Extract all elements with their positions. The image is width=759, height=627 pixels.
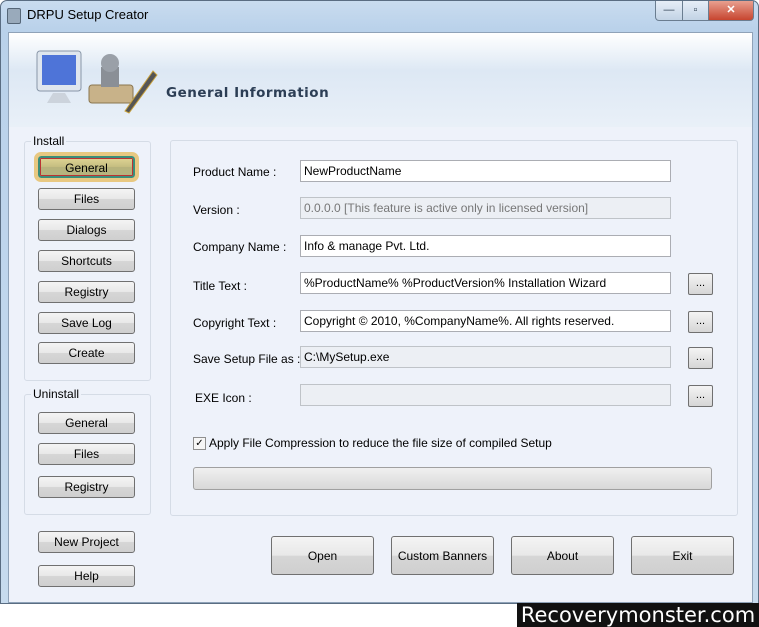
help-button[interactable]: Help xyxy=(38,565,135,587)
about-button[interactable]: About xyxy=(511,536,614,575)
exit-button[interactable]: Exit xyxy=(631,536,734,575)
title-text-input[interactable]: %ProductName% %ProductVersion% Installat… xyxy=(300,272,671,294)
install-dialogs-button[interactable]: Dialogs xyxy=(38,219,135,241)
install-group-label: Install xyxy=(31,134,67,148)
close-button[interactable]: ✕ xyxy=(708,1,754,21)
uninstall-registry-button[interactable]: Registry xyxy=(38,476,135,498)
version-label: Version : xyxy=(193,203,240,217)
new-project-button[interactable]: New Project xyxy=(38,531,135,553)
title-text-browse-button[interactable]: ... xyxy=(688,273,713,295)
uninstall-files-button[interactable]: Files xyxy=(38,443,135,465)
save-setup-label: Save Setup File as : xyxy=(193,352,301,366)
exe-icon-label: EXE Icon : xyxy=(195,391,252,405)
title-text-label: Title Text : xyxy=(193,279,248,293)
app-icon xyxy=(7,8,21,24)
exe-icon-browse-button[interactable]: ... xyxy=(688,385,713,407)
general-info-panel: Product Name : NewProductName Version : … xyxy=(170,140,738,516)
save-setup-browse-button[interactable]: ... xyxy=(688,347,713,369)
product-name-input[interactable]: NewProductName xyxy=(300,160,671,182)
install-general-button[interactable]: General xyxy=(34,152,139,182)
custom-banners-button[interactable]: Custom Banners xyxy=(391,536,494,575)
copyright-browse-button[interactable]: ... xyxy=(688,311,713,333)
install-shortcuts-button[interactable]: Shortcuts xyxy=(38,250,135,272)
save-setup-input[interactable]: C:\MySetup.exe xyxy=(300,346,671,368)
client-area: General Information Install General File… xyxy=(8,32,753,603)
install-files-button[interactable]: Files xyxy=(38,188,135,210)
app-window: DRPU Setup Creator — ▫ ✕ General Informa… xyxy=(0,0,759,604)
uninstall-general-button[interactable]: General xyxy=(38,412,135,434)
install-registry-button[interactable]: Registry xyxy=(38,281,135,303)
maximize-button[interactable]: ▫ xyxy=(682,1,709,21)
uninstall-group-label: Uninstall xyxy=(31,387,82,401)
minimize-button[interactable]: — xyxy=(655,1,683,21)
company-name-label: Company Name : xyxy=(193,240,287,254)
company-name-input[interactable]: Info & manage Pvt. Ltd. xyxy=(300,235,671,257)
product-name-label: Product Name : xyxy=(193,165,277,179)
install-save-log-button[interactable]: Save Log xyxy=(38,312,135,334)
version-input: 0.0.0.0 [This feature is active only in … xyxy=(300,197,671,219)
compression-label: Apply File Compression to reduce the fil… xyxy=(209,436,552,450)
exe-icon-input[interactable] xyxy=(300,384,671,406)
install-create-button[interactable]: Create xyxy=(38,342,135,364)
watermark: Recoverymonster.com xyxy=(517,603,759,627)
setup-logo-icon xyxy=(36,50,158,114)
open-button[interactable]: Open xyxy=(271,536,374,575)
header-banner: General Information xyxy=(9,33,752,127)
page-title: General Information xyxy=(166,85,330,101)
copyright-text-label: Copyright Text : xyxy=(193,316,277,330)
copyright-text-input[interactable]: Copyright © 2010, %CompanyName%. All rig… xyxy=(300,310,671,332)
compression-checkbox[interactable]: ✓ xyxy=(193,437,206,450)
progress-bar xyxy=(193,467,712,490)
window-title: DRPU Setup Creator xyxy=(27,7,149,22)
